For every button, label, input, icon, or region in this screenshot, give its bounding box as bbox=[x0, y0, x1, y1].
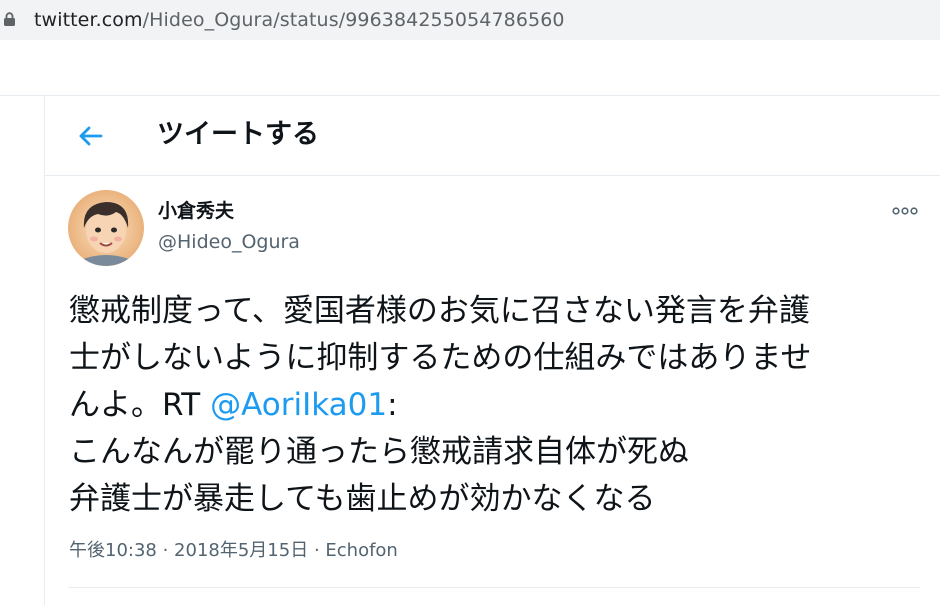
tweet-text-line: 弁護士が暴走しても歯止めが効かなくなる bbox=[69, 481, 656, 517]
tweet-time[interactable]: 午後10:38 bbox=[69, 540, 157, 561]
mention-suffix: : bbox=[387, 387, 398, 423]
more-options-button[interactable] bbox=[890, 200, 920, 222]
arrow-left-icon bbox=[79, 126, 103, 146]
mention-link[interactable]: @AoriIka01 bbox=[210, 387, 387, 423]
retweet-prefix: んよ。RT bbox=[69, 387, 211, 423]
url-host: twitter.com bbox=[34, 9, 143, 31]
page-title: ツイートする bbox=[157, 119, 319, 150]
browser-url-bar[interactable]: twitter.com/Hideo_Ogura/status/996384255… bbox=[0, 0, 940, 40]
meta-separator: · bbox=[156, 540, 175, 561]
author-handle[interactable]: @Hideo_Ogura bbox=[158, 230, 300, 254]
tweet-date[interactable]: 2018年5月15日 bbox=[174, 540, 308, 561]
more-horizontal-icon bbox=[892, 207, 918, 215]
meta-separator: · bbox=[308, 540, 326, 561]
tweet-page-header: ツイートする bbox=[45, 96, 940, 176]
back-button[interactable] bbox=[69, 118, 111, 154]
tweet-metadata: 午後10:38 · 2018年5月15日 · Echofon bbox=[69, 538, 398, 564]
tweet-text-line: んよ。RT @AoriIka01: bbox=[69, 382, 919, 429]
tweet-source[interactable]: Echofon bbox=[325, 540, 397, 561]
page-top-blank bbox=[0, 40, 940, 95]
lock-icon bbox=[4, 12, 15, 26]
avatar-illustration bbox=[68, 190, 144, 266]
tweet-text-line: 懲戒制度って、愛国者様のお気に召さない発言を弁護 bbox=[69, 293, 810, 329]
divider bbox=[68, 587, 920, 588]
tweet-text-line: こんなんが罷り通ったら懲戒請求自体が死ぬ bbox=[69, 434, 689, 470]
url-text[interactable]: twitter.com/Hideo_Ogura/status/996384255… bbox=[34, 9, 565, 31]
author-name[interactable]: 小倉秀夫 bbox=[158, 199, 234, 223]
tweet-text-line: 士がしないように抑制するための仕組みではありませ bbox=[69, 340, 812, 376]
tweet-text: 懲戒制度って、愛国者様のお気に召さない発言を弁護 士がしないように抑制するための… bbox=[69, 288, 919, 523]
avatar[interactable] bbox=[68, 190, 144, 266]
url-path: /Hideo_Ogura/status/996384255054786560 bbox=[142, 9, 565, 31]
main-column: ツイートする 小倉秀夫 @Hideo_Ogura 懲戒制度って、愛国者様のお気に… bbox=[44, 96, 940, 605]
